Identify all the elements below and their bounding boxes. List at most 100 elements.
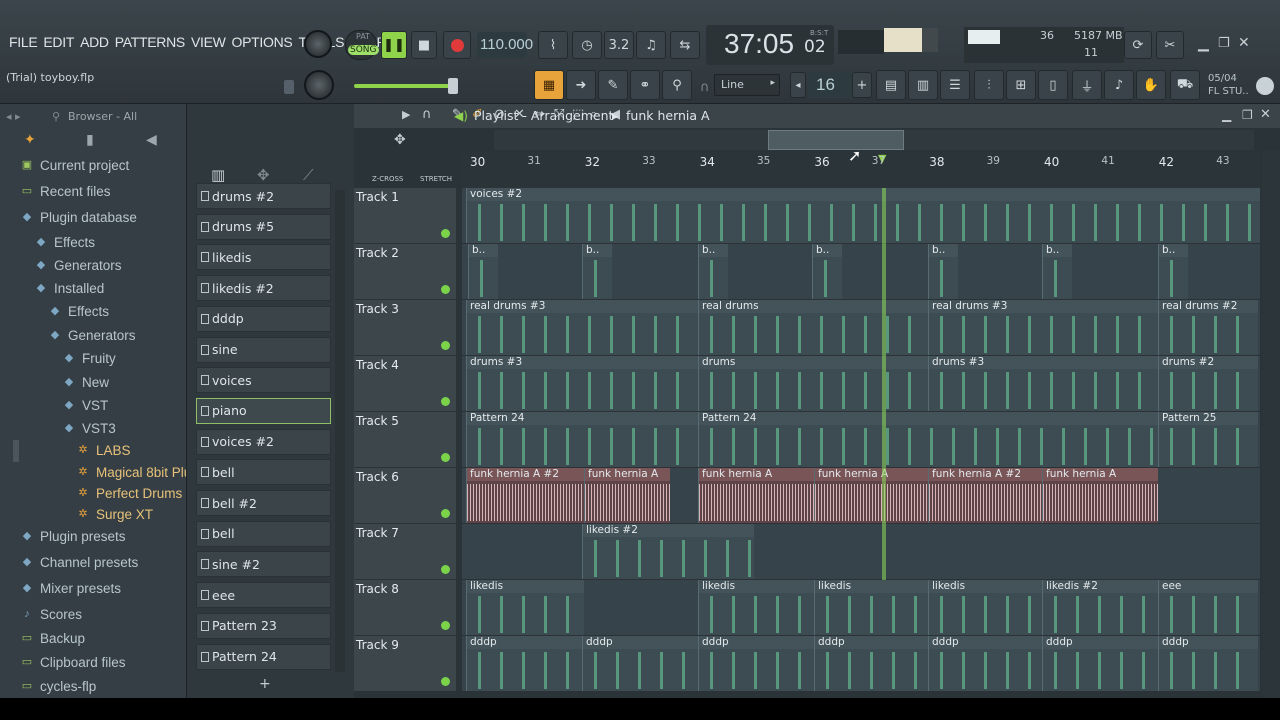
- wait-input-icon[interactable]: ◷: [572, 31, 602, 59]
- browser-item-effects[interactable]: ◆ Effects: [34, 231, 95, 253]
- record-button[interactable]: [443, 31, 471, 59]
- pattern-clip[interactable]: b..: [698, 244, 728, 299]
- speaker-icon[interactable]: ◀): [454, 109, 468, 123]
- main-pitch-slider[interactable]: [354, 84, 454, 88]
- pattern-clip[interactable]: eee: [1158, 580, 1258, 635]
- track-enable-led-icon[interactable]: [441, 285, 450, 294]
- track-lane[interactable]: dddp dddp dddp dddp dddp dddp dddp: [462, 636, 1260, 692]
- add-pattern-button[interactable]: +: [259, 676, 271, 692]
- pattern-clip[interactable]: b..: [468, 244, 498, 299]
- track-lane[interactable]: voices #2: [462, 188, 1260, 244]
- snap-select[interactable]: Line ▸: [714, 74, 780, 96]
- playlist-close-icon[interactable]: ✕: [1260, 107, 1271, 122]
- metronome-icon[interactable]: ⌇: [538, 31, 568, 59]
- pattern-clip[interactable]: dddp: [1042, 636, 1158, 691]
- pause-button[interactable]: ❚❚: [381, 31, 407, 59]
- pattern-clip[interactable]: likedis: [698, 580, 814, 635]
- browser-item-clipboard-files[interactable]: ▭ Clipboard files: [20, 651, 126, 673]
- pattern-clip[interactable]: b..: [928, 244, 958, 299]
- pattern-item[interactable]: bell: [196, 459, 331, 486]
- track-enable-led-icon[interactable]: [441, 341, 450, 350]
- master-volume-knob[interactable]: [304, 30, 332, 58]
- overview-scroll-handle[interactable]: [768, 130, 904, 150]
- pattern-scrollbar[interactable]: [335, 190, 345, 672]
- step-edit-icon[interactable]: ♫: [636, 31, 666, 59]
- pattern-item[interactable]: voices: [196, 367, 331, 394]
- plugin-icon[interactable]: ⏚: [1072, 70, 1102, 100]
- track-header[interactable]: Track 6: [354, 468, 456, 524]
- browser-item-vst[interactable]: ◆ VST: [62, 394, 109, 416]
- fl-logo-icon[interactable]: [1256, 77, 1274, 95]
- pattern-clip[interactable]: likedis: [928, 580, 1044, 635]
- browser-item-fruity[interactable]: ◆ Fruity: [62, 347, 116, 369]
- audio-clip[interactable]: funk hernia A: [584, 468, 670, 523]
- pattern-clip[interactable]: dddp: [466, 636, 582, 691]
- pattern-clip[interactable]: drums #2: [1158, 356, 1258, 411]
- track-enable-led-icon[interactable]: [441, 229, 450, 238]
- browser-scrollbar[interactable]: [13, 440, 19, 462]
- stop-button[interactable]: ■: [411, 31, 437, 59]
- pattern-item[interactable]: eee: [196, 582, 331, 609]
- pattern-item[interactable]: Pattern 23: [196, 612, 331, 639]
- loop-record-icon[interactable]: ⇆: [670, 31, 700, 59]
- channel-rack-icon[interactable]: ☰: [940, 70, 970, 100]
- pattern-clip[interactable]: b..: [582, 244, 612, 299]
- pattern-clip[interactable]: likedis: [814, 580, 930, 635]
- browser-item-vst3[interactable]: ◆ VST3: [62, 417, 116, 439]
- pattern-item[interactable]: drums #2: [196, 183, 331, 209]
- pattern-clip[interactable]: b..: [1158, 244, 1188, 299]
- browser-item-installed[interactable]: ◆ Installed: [34, 277, 105, 299]
- pattern-clip[interactable]: b..: [1042, 244, 1072, 299]
- pattern-item[interactable]: piano: [196, 397, 331, 424]
- browser-item-perfect-drums[interactable]: ✲ Perfect Drums: [76, 482, 182, 504]
- pattern-clip[interactable]: real drums #2: [1158, 300, 1258, 355]
- pattern-clip[interactable]: likedis #2: [582, 524, 754, 579]
- menu-file[interactable]: FILE: [6, 34, 40, 50]
- browser-item-channel-presets[interactable]: ◆ Channel presets: [20, 551, 139, 573]
- song-position-display[interactable]: 37:05 02 B:S:T: [706, 25, 834, 65]
- audio-clip[interactable]: funk hernia A: [814, 468, 930, 523]
- pattern-clip[interactable]: drums #3: [466, 356, 698, 411]
- track-header[interactable]: Track 2: [354, 244, 456, 300]
- search-icon[interactable]: ⚲: [52, 110, 60, 123]
- browser-file-icon[interactable]: ▮: [86, 132, 94, 148]
- track-enable-led-icon[interactable]: [441, 509, 450, 518]
- track-lane[interactable]: funk hernia A #2 funk hernia Afunk hernia…: [462, 468, 1260, 524]
- track-header[interactable]: Track 5: [354, 412, 456, 468]
- pattern-clip[interactable]: real drums #3: [466, 300, 698, 355]
- play-icon[interactable]: ▶: [402, 108, 410, 121]
- audio-clip[interactable]: funk hernia A: [1042, 468, 1158, 523]
- undo-icon[interactable]: ⟳: [1124, 31, 1152, 59]
- audio-clip[interactable]: funk hernia A #2: [928, 468, 1044, 523]
- track-lane[interactable]: drums #3 drums drums #3 drums #2: [462, 356, 1260, 412]
- browser-item-backup[interactable]: ▭ Backup: [20, 627, 85, 649]
- hand-icon[interactable]: ✋: [1136, 70, 1166, 100]
- browser-nav-arrows-icon[interactable]: ◂ ▸: [6, 110, 21, 123]
- track-header[interactable]: Track 7: [354, 524, 456, 580]
- pattern-clip[interactable]: Pattern 24: [466, 412, 698, 467]
- playlist-window-icon[interactable]: ▦: [534, 70, 564, 100]
- pattern-item[interactable]: bell #2: [196, 490, 331, 516]
- browser-item-generators[interactable]: ◆ Generators: [34, 254, 122, 276]
- pattern-item[interactable]: dddp: [196, 305, 331, 332]
- menu-patterns[interactable]: PATTERNS: [112, 34, 188, 50]
- pattern-item[interactable]: likedis #2: [196, 275, 331, 302]
- pattern-item[interactable]: likedis: [196, 244, 331, 271]
- browser-item-labs[interactable]: ✲ LABS: [76, 439, 130, 461]
- playlist-vscrollbar[interactable]: [1262, 150, 1280, 698]
- playlist-restore-icon[interactable]: ❐: [1242, 108, 1253, 122]
- pattern-clip[interactable]: dddp: [582, 636, 698, 691]
- browser-item-new[interactable]: ◆ New: [62, 371, 109, 393]
- browser-item-mixer-presets[interactable]: ◆ Mixer presets: [20, 577, 121, 599]
- link-icon[interactable]: ⚭: [630, 70, 660, 100]
- news-panel[interactable]: 05/04 FL STU..: [1208, 72, 1254, 100]
- pattern-clip[interactable]: real drums #3: [928, 300, 1158, 355]
- track-lane[interactable]: likedis #2: [462, 524, 1260, 580]
- file-icon[interactable]: ▯: [1038, 70, 1068, 100]
- pat-song-switch[interactable]: PAT SONG: [345, 30, 379, 60]
- playlist-icon[interactable]: ▤: [876, 70, 906, 100]
- pattern-item[interactable]: voices #2: [196, 428, 331, 455]
- menu-options[interactable]: OPTIONS: [229, 34, 296, 50]
- pattern-clip[interactable]: Pattern 24: [698, 412, 1158, 467]
- track-lane[interactable]: real drums #3 real drums real drums #3 real…: [462, 300, 1260, 356]
